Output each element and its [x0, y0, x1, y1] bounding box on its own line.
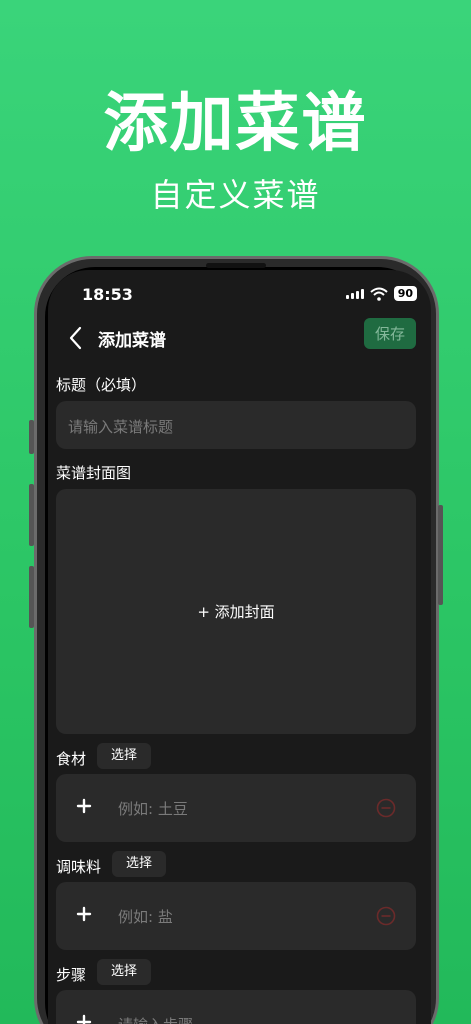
seasoning-row: 例如: 盐 — [56, 882, 416, 950]
title-input[interactable]: 请输入菜谱标题 — [56, 401, 416, 449]
status-time: 18:53 — [82, 285, 133, 304]
title-label: 标题（必填） — [56, 376, 147, 394]
seasoning-select-button[interactable]: 选择 — [112, 851, 167, 877]
page-title: 添加菜谱 — [98, 331, 166, 351]
plus-icon[interactable] — [76, 1014, 92, 1024]
title-input-placeholder: 请输入菜谱标题 — [68, 418, 174, 436]
signal-icon — [345, 288, 364, 299]
phone-side-button — [29, 420, 34, 454]
seasoning-label: 调味料 — [56, 858, 102, 876]
wifi-icon — [370, 287, 388, 301]
chevron-left-icon[interactable] — [66, 324, 86, 352]
status-icons: 90 — [345, 286, 417, 301]
steps-label: 步骤 — [56, 966, 87, 984]
cover-label: 菜谱封面图 — [56, 464, 132, 482]
promo-title: 添加菜谱 — [103, 87, 368, 161]
phone-speaker — [206, 263, 266, 268]
save-button[interactable]: 保存 — [364, 318, 416, 349]
promo-subtitle: 自定义菜谱 — [150, 176, 321, 214]
ingredient-row: 例如: 土豆 — [56, 774, 416, 842]
app-screen: 18:53 90 添加菜谱 保存 标题（必填） 请输入菜谱标题 菜谱封面图 + … — [48, 270, 431, 1024]
phone-side-button — [29, 484, 34, 546]
seasoning-input[interactable]: 例如: 盐 — [118, 906, 173, 927]
nav-bar: 添加菜谱 保存 — [48, 318, 431, 358]
remove-circle-icon[interactable] — [376, 798, 396, 818]
plus-icon[interactable] — [76, 906, 92, 922]
ingredients-select-button[interactable]: 选择 — [97, 743, 152, 769]
ingredient-input[interactable]: 例如: 土豆 — [118, 798, 188, 819]
battery-indicator: 90 — [393, 286, 417, 301]
ingredients-label: 食材 — [56, 750, 87, 768]
phone-side-button — [438, 505, 443, 605]
steps-select-button[interactable]: 选择 — [97, 959, 152, 985]
step-input[interactable]: 请输入步骤 — [118, 1014, 193, 1024]
step-row: 请输入步骤 — [56, 990, 416, 1024]
remove-circle-icon[interactable] — [376, 906, 396, 926]
cover-upload-area[interactable]: + 添加封面 — [56, 489, 416, 734]
add-cover-button[interactable]: + 添加封面 — [56, 601, 416, 622]
phone-side-button — [29, 566, 34, 628]
plus-icon[interactable] — [76, 798, 92, 814]
